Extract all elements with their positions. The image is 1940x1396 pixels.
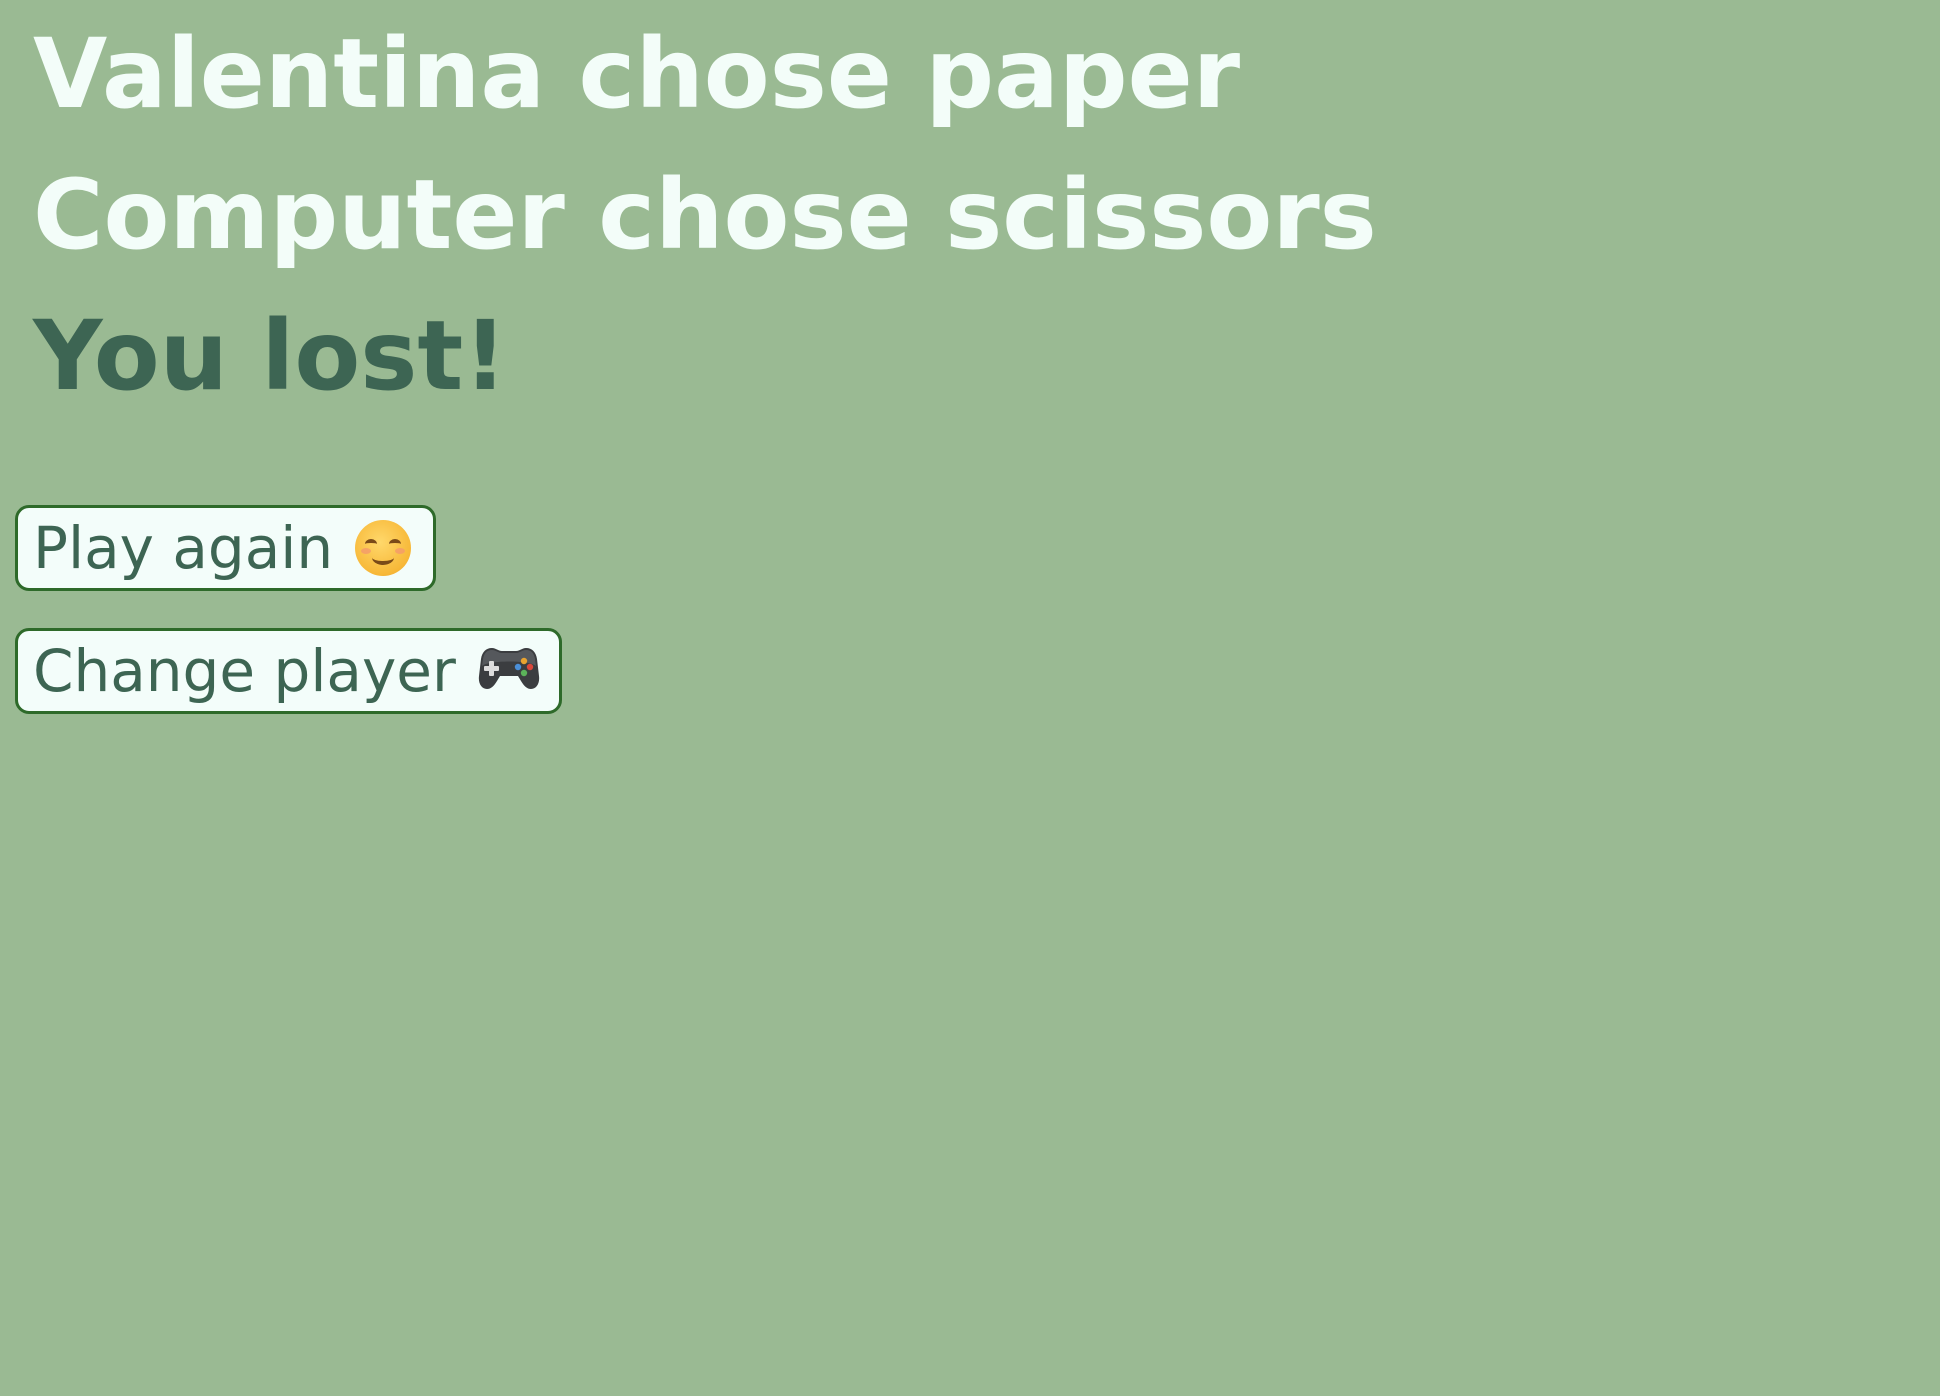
play-again-button[interactable]: Play again (15, 505, 436, 591)
player-choice-text: Valentina chose paper (33, 18, 1241, 130)
game-controller-icon (478, 642, 540, 701)
smiling-face-icon (355, 520, 412, 576)
play-again-label: Play again (33, 514, 334, 582)
computer-choice-text: Computer chose scissors (33, 159, 1377, 271)
game-outcome-text: You lost! (33, 300, 508, 412)
change-player-label: Change player (33, 637, 456, 705)
change-player-button[interactable]: Change player (15, 628, 562, 714)
